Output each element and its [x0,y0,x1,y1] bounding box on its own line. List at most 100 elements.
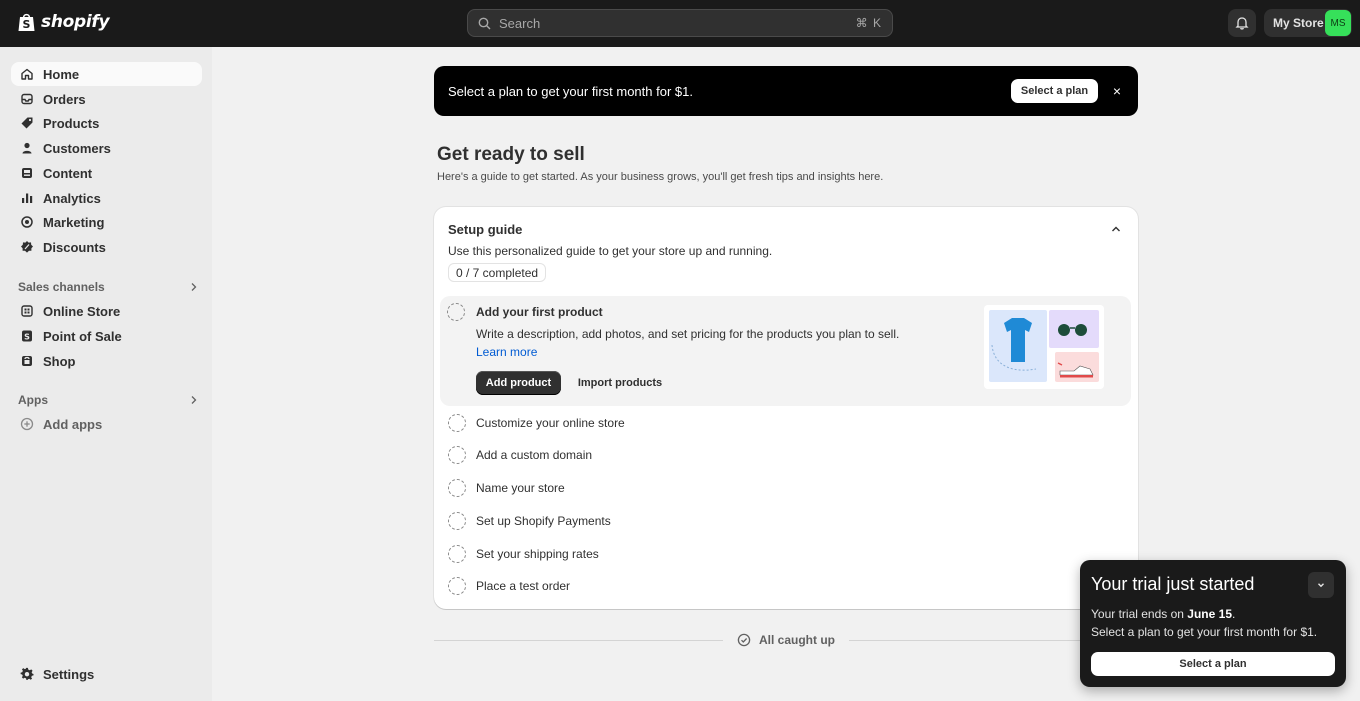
discount-icon [19,239,35,255]
bar-chart-icon [19,190,35,206]
step-label: Set your shipping rates [476,547,599,561]
sidebar-item-add-apps[interactable]: Add apps [11,412,202,436]
banner-text: Select a plan to get your first month fo… [448,83,693,99]
target-icon [19,214,35,230]
sidebar-item-label: Online Store [43,303,121,319]
step-test-order[interactable]: Place a test order [448,576,570,596]
step-add-first-product[interactable]: Add your first product Write a descripti… [440,296,1131,406]
sidebar-item-discounts[interactable]: Discounts [11,235,202,259]
store-name: My Store [1273,16,1324,30]
svg-text:S: S [24,333,30,342]
store-menu-button[interactable]: My Store MS [1264,9,1352,37]
chevron-up-icon[interactable] [1110,223,1122,235]
sidebar-item-orders[interactable]: Orders [11,87,202,111]
gear-icon [19,666,35,682]
person-icon [19,140,35,156]
step-name-store[interactable]: Name your store [448,478,565,498]
step-label: Add a custom domain [476,448,593,462]
step-body-text: Write a description, add photos, and set… [476,327,900,341]
check-circle-icon [737,633,751,647]
search-placeholder: Search [499,15,541,31]
shopify-logo[interactable]: S shopify [17,11,110,33]
incomplete-step-icon[interactable] [448,577,466,595]
sidebar-item-label: Orders [43,91,86,107]
sidebar-item-home[interactable]: Home [11,62,202,86]
step-title: Add your first product [476,305,603,319]
setup-guide-description: Use this personalized guide to get your … [448,244,773,258]
incomplete-step-icon[interactable] [447,303,465,321]
sidebar: Home Orders Products Customers Content A… [0,47,212,701]
trial-end-text: Your trial ends on June 15. [1091,607,1235,621]
sidebar-item-content[interactable]: Content [11,161,202,185]
home-icon [19,66,35,82]
caught-up-text: All caught up [759,633,835,647]
svg-text:S: S [23,18,31,31]
shop-bag-icon [19,353,35,369]
apps-heading: Apps [18,393,48,407]
page-title: Get ready to sell [437,144,585,165]
sidebar-item-label: Marketing [43,214,105,230]
add-product-button[interactable]: Add product [476,371,561,395]
sidebar-item-marketing[interactable]: Marketing [11,210,202,234]
incomplete-step-icon[interactable] [448,512,466,530]
notifications-button[interactable] [1228,9,1256,37]
trial-title: Your trial just started [1091,574,1255,594]
sidebar-item-analytics[interactable]: Analytics [11,186,202,210]
trial-collapse-button[interactable] [1308,572,1334,598]
sidebar-item-label: Home [43,66,80,82]
pos-icon: S [19,328,35,344]
learn-more-link[interactable]: Learn more [476,345,537,359]
search-bar[interactable]: Search ⌘ K [467,9,893,37]
import-products-button[interactable]: Import products [570,371,670,395]
trial-end-date: June 15 [1187,607,1232,621]
product-illustration [984,305,1104,389]
chevron-right-icon [191,396,197,404]
progress-badge: 0 / 7 completed [448,263,547,282]
content-icon [19,165,35,181]
close-icon[interactable]: × [1110,83,1124,99]
sidebar-item-shop[interactable]: Shop [11,349,202,373]
trial-end-suffix: . [1232,607,1236,621]
incomplete-step-icon[interactable] [448,545,466,563]
incomplete-step-icon[interactable] [448,446,466,464]
step-label: Set up Shopify Payments [476,514,611,528]
sidebar-item-label: Content [43,165,93,181]
chevron-down-icon [1318,583,1324,588]
chevron-right-icon [191,283,197,291]
sidebar-item-label: Settings [43,666,95,682]
shopify-bag-icon: S [18,13,35,31]
logo-text: shopify [41,12,110,32]
step-custom-domain[interactable]: Add a custom domain [448,445,592,465]
trial-select-plan-button[interactable]: Select a plan [1091,652,1335,676]
sidebar-item-label: Customers [43,140,111,156]
step-label: Customize your online store [476,416,625,430]
sales-channels-heading: Sales channels [18,280,105,294]
setup-guide-title: Setup guide [448,222,523,237]
sidebar-item-settings[interactable]: Settings [11,662,202,686]
plus-circle-icon [19,416,35,432]
plan-banner: Select a plan to get your first month fo… [434,66,1138,116]
avatar: MS [1325,10,1351,36]
store-icon [19,303,35,319]
step-customize-store[interactable]: Customize your online store [448,413,625,433]
sidebar-item-label: Products [43,115,100,131]
sidebar-item-customers[interactable]: Customers [11,136,202,160]
sidebar-item-point-of-sale[interactable]: S Point of Sale [11,324,202,348]
apps-section[interactable]: Apps [18,393,198,407]
sales-channels-section[interactable]: Sales channels [18,280,198,294]
sidebar-item-products[interactable]: Products [11,111,202,135]
step-shopify-payments[interactable]: Set up Shopify Payments [448,511,611,531]
bell-icon [1235,17,1249,30]
incomplete-step-icon[interactable] [448,414,466,432]
sidebar-item-label: Discounts [43,239,106,255]
incomplete-step-icon[interactable] [448,479,466,497]
trial-plan-text: Select a plan to get your first month fo… [1091,625,1318,639]
all-caught-up: All caught up [434,631,1138,649]
caught-up-label: All caught up [723,633,849,647]
setup-guide-card: Setup guide Use this personalized guide … [434,207,1138,609]
sidebar-item-online-store[interactable]: Online Store [11,299,202,323]
step-shipping-rates[interactable]: Set your shipping rates [448,544,599,564]
sidebar-item-label: Analytics [43,190,101,206]
banner-select-plan-button[interactable]: Select a plan [1011,79,1098,103]
tag-icon [19,115,35,131]
